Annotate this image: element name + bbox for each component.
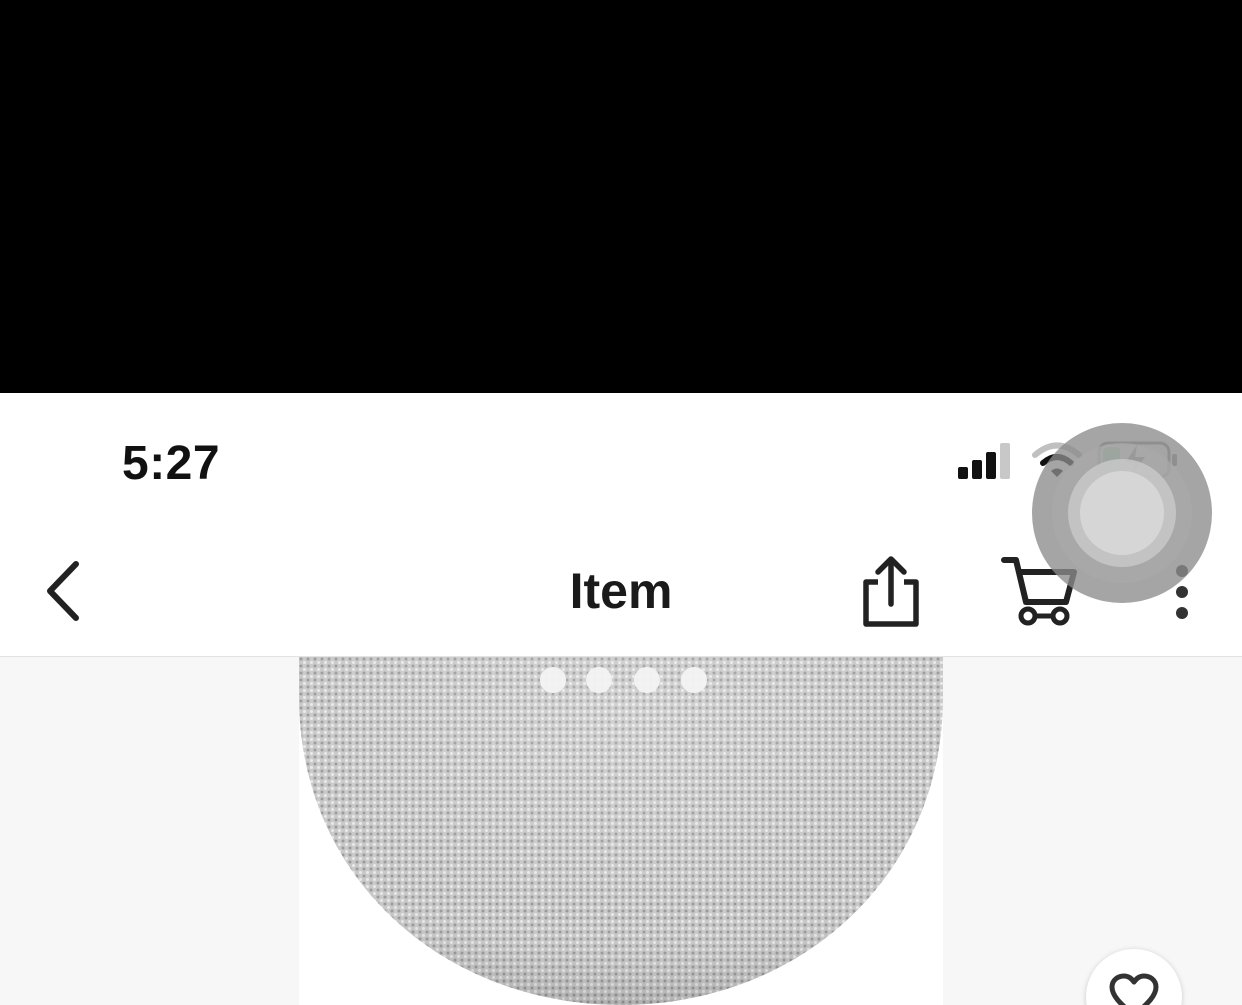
product-image-gallery[interactable] — [0, 657, 1242, 1005]
assistive-touch-button[interactable] — [1032, 423, 1212, 603]
heart-icon — [1109, 973, 1159, 1005]
letterbox-area — [0, 0, 1242, 393]
product-image[interactable] — [299, 657, 943, 1005]
smart-speaker-image — [299, 657, 943, 1005]
cellular-signal-icon — [958, 443, 1010, 479]
share-button[interactable] — [858, 554, 924, 630]
assistive-touch-core — [1080, 471, 1164, 555]
share-icon — [863, 556, 919, 627]
status-time: 5:27 — [122, 437, 221, 490]
screen: 5:27 Item — [0, 0, 1242, 1005]
